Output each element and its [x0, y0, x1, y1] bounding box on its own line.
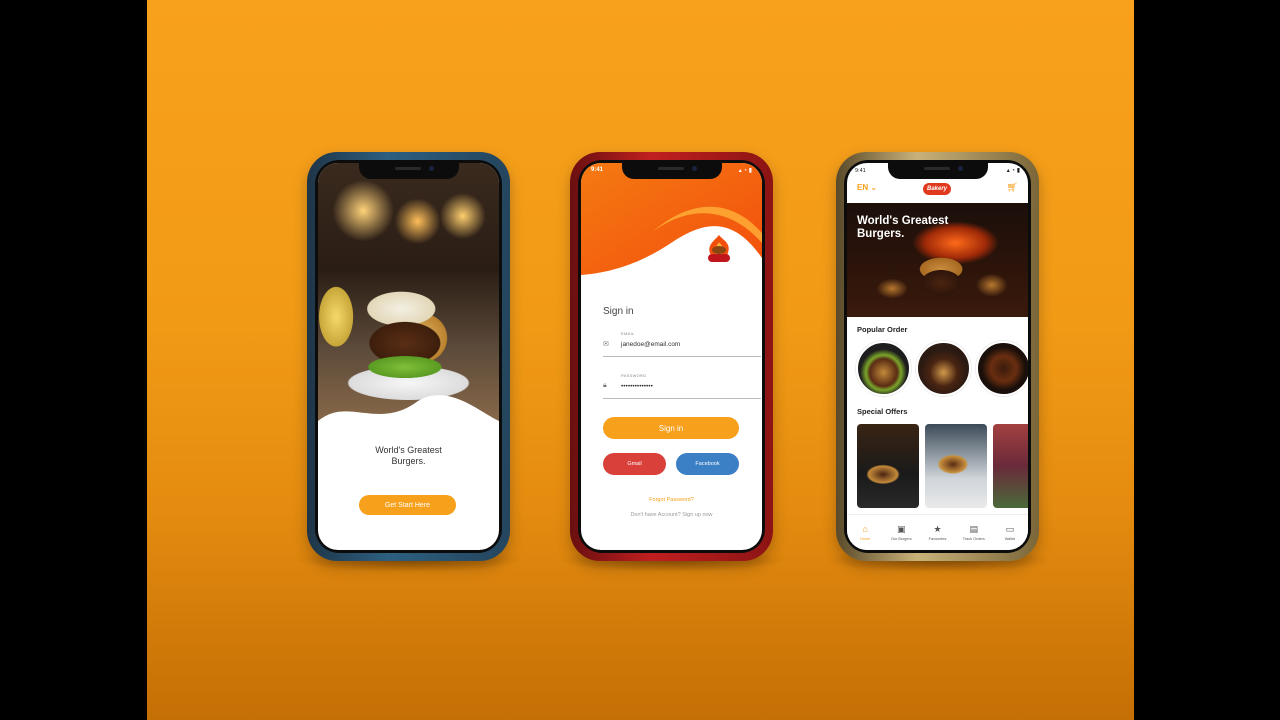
password-value: ••••••••••••••	[621, 383, 653, 390]
tab-label: Home	[860, 537, 871, 541]
wallet-icon: ▭	[1005, 524, 1015, 534]
phone-bezel: 9:41 ▴ ◔ ▮ EN ⌄ Bakery 🛒︎ World's Greate…	[844, 160, 1031, 553]
lock-icon: 🔒︎	[603, 382, 607, 389]
headline-line2: Burgers.	[391, 456, 426, 466]
tab-label: Track Orders	[962, 537, 985, 541]
onboarding-screen: World's Greatest Burgers. Get Start Here	[318, 163, 499, 550]
menu-book-icon: ▣	[897, 524, 906, 534]
signin-title: Sign in	[603, 306, 634, 317]
tab-label: Wallet	[1004, 537, 1016, 541]
burger-photo	[318, 163, 499, 428]
tab-home[interactable]: ⌂ Home	[847, 515, 883, 550]
phone-signin: 9:41 ▴ ◔ ▮ Sign in ✉ EMAIL janedoe@email…	[570, 152, 773, 561]
language-selector[interactable]: EN ⌄	[857, 183, 877, 192]
tab-label: Our Burgers	[890, 537, 912, 541]
popular-order-heading: Popular Order	[857, 325, 908, 334]
phone-bezel: 9:41 ▴ ◔ ▮ Sign in ✉ EMAIL janedoe@email…	[578, 160, 765, 553]
status-time: 9:41	[855, 168, 866, 174]
mail-icon: ✉	[603, 341, 609, 348]
gmail-button[interactable]: Gmail	[603, 453, 666, 475]
onboarding-headline: World's Greatest Burgers.	[318, 445, 499, 467]
phone-notch	[621, 163, 722, 179]
hero-line1: World's Greatest	[857, 215, 949, 227]
offer-card[interactable]	[993, 424, 1028, 508]
popular-item[interactable]	[916, 341, 971, 396]
facebook-button[interactable]: Facebook	[676, 453, 739, 475]
cart-icon[interactable]: 🛒︎	[1007, 182, 1018, 193]
tab-favourites[interactable]: ★ Favourites	[919, 515, 955, 550]
brand-logo: Bakery	[923, 183, 951, 195]
password-label: PASSWORD	[621, 373, 647, 378]
password-field[interactable]: 🔒︎ PASSWORD ••••••••••••••	[603, 373, 761, 399]
forgot-password-link[interactable]: Forgot Password?	[581, 497, 762, 503]
track-icon: ▤	[969, 524, 978, 534]
flame-logo-icon	[708, 235, 730, 262]
signin-button[interactable]: Sign in	[603, 417, 739, 439]
status-icons: ▴ ◔ ▮	[1006, 168, 1020, 174]
get-started-button[interactable]: Get Start Here	[359, 495, 456, 515]
chevron-down-icon: ⌄	[870, 183, 878, 192]
status-time: 9:41	[591, 167, 604, 173]
phone-home: 9:41 ▴ ◔ ▮ EN ⌄ Bakery 🛒︎ World's Greate…	[836, 152, 1039, 561]
mockup-stage: World's Greatest Burgers. Get Start Here…	[147, 0, 1134, 720]
home-screen: 9:41 ▴ ◔ ▮ EN ⌄ Bakery 🛒︎ World's Greate…	[847, 163, 1028, 550]
special-offers-heading: Special Offers	[857, 407, 908, 416]
tab-our-burgers[interactable]: ▣ Our Burgers	[883, 515, 919, 550]
home-icon: ⌂	[862, 524, 868, 534]
star-icon: ★	[933, 524, 942, 534]
signup-link[interactable]: Don't have Account? Sign up now	[581, 512, 762, 518]
tab-label: Favourites	[928, 537, 947, 541]
email-field[interactable]: ✉ EMAIL janedoe@email.com	[603, 331, 761, 357]
wave-shape	[318, 395, 499, 431]
header-wave	[581, 163, 762, 275]
headline-line1: World's Greatest	[375, 445, 442, 455]
status-icons: ▴ ◔ ▮	[738, 168, 752, 174]
hero-title: World's Greatest Burgers.	[857, 215, 948, 241]
hero-banner[interactable]: World's Greatest Burgers.	[847, 203, 1028, 317]
language-value: EN	[857, 183, 869, 192]
signin-screen: 9:41 ▴ ◔ ▮ Sign in ✉ EMAIL janedoe@email…	[581, 163, 762, 550]
phone-notch	[887, 163, 988, 179]
phone-bezel: World's Greatest Burgers. Get Start Here	[315, 160, 502, 553]
tab-track-orders[interactable]: ▤ Track Orders	[956, 515, 992, 550]
popular-item[interactable]	[856, 341, 911, 396]
phone-notch	[358, 163, 459, 179]
popular-item[interactable]	[976, 341, 1028, 396]
offer-card[interactable]	[925, 424, 987, 508]
phone-onboarding: World's Greatest Burgers. Get Start Here	[307, 152, 510, 561]
offer-card[interactable]	[857, 424, 919, 508]
tab-wallet[interactable]: ▭ Wallet	[992, 515, 1028, 550]
bottom-tab-bar: ⌂ Home ▣ Our Burgers ★ Favourites ▤ Trac…	[847, 514, 1028, 550]
hero-line2: Burgers.	[857, 228, 905, 240]
email-value: janedoe@email.com	[621, 341, 681, 348]
email-label: EMAIL	[621, 331, 635, 336]
